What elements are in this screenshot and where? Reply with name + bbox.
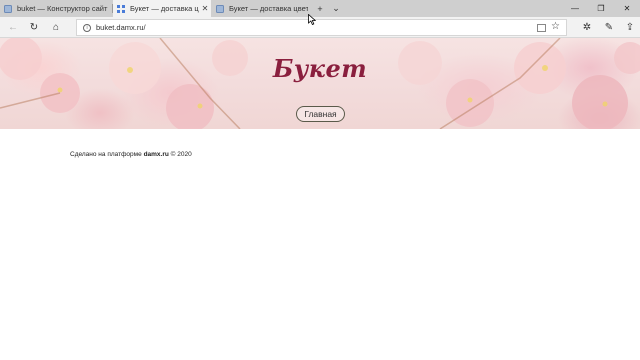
footer-prefix: Сделано на платформе <box>70 151 142 158</box>
close-tab-icon[interactable]: ✕ <box>199 4 211 13</box>
pen-icon[interactable]: ✎ <box>600 19 618 36</box>
navigation-bar: ← ↻ ⌂ i buket.damx.ru/ ☆ ✲ ✎ ⇪ <box>0 17 640 38</box>
reading-view-icon[interactable] <box>537 24 546 32</box>
address-bar[interactable]: i buket.damx.ru/ ☆ <box>76 19 567 36</box>
restore-button[interactable]: ❐ <box>588 0 614 17</box>
favorite-star-icon[interactable]: ☆ <box>551 21 560 32</box>
info-icon[interactable]: i <box>83 24 91 32</box>
minimize-button[interactable]: — <box>562 0 588 17</box>
mouse-cursor-icon <box>308 14 316 25</box>
browser-tab-2[interactable]: Букет — доставка цвет ✕ <box>113 0 211 17</box>
platform-link[interactable]: damx.ru <box>144 151 169 158</box>
home-nav-button[interactable]: Главная <box>296 106 345 122</box>
tab-title: Букет — доставка цветов <box>229 4 308 13</box>
grid-icon <box>117 4 125 13</box>
tab-title: buket — Конструктор сайт <box>17 4 108 13</box>
page-icon <box>4 4 12 13</box>
refresh-icon[interactable]: ↻ <box>25 19 43 36</box>
tab-title: Букет — доставка цвет <box>130 4 199 13</box>
browser-tab-1[interactable]: buket — Конструктор сайт <box>0 0 112 17</box>
share-icon[interactable]: ⇪ <box>621 19 639 36</box>
footer-text: Сделано на платформе damx.ru © 2020 <box>70 151 192 158</box>
tab-strip: buket — Конструктор сайт Букет — доставк… <box>0 0 640 17</box>
header-banner: Букет Главная <box>0 38 640 129</box>
footer-copyright: © 2020 <box>170 151 192 158</box>
home-icon[interactable]: ⌂ <box>47 19 65 36</box>
close-window-button[interactable]: ✕ <box>614 0 640 17</box>
url-text[interactable]: buket.damx.ru/ <box>96 23 146 32</box>
browser-tab-3[interactable]: Букет — доставка цветов <box>212 0 308 17</box>
tab-list-chevron-icon[interactable]: ⌄ <box>329 0 343 17</box>
favorites-list-icon[interactable]: ✲ <box>578 19 596 36</box>
page-icon <box>216 4 224 13</box>
site-title: Букет <box>272 54 368 83</box>
